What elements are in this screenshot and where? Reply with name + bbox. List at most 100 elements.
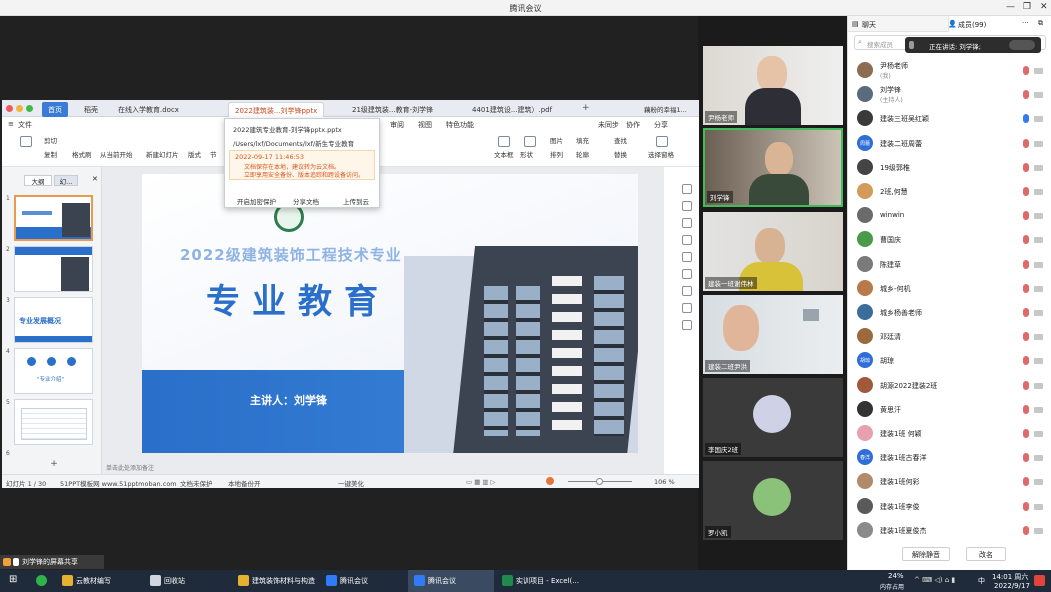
screen-share-bar[interactable]: 刘学锋的屏幕共享 — [0, 555, 104, 569]
mic-muted-icon[interactable] — [1023, 429, 1029, 438]
mic-muted-icon[interactable] — [1023, 356, 1029, 366]
clock-time[interactable]: 14:01 周六 — [992, 572, 1028, 582]
camera-icon[interactable] — [1034, 164, 1043, 171]
play-from-current-button[interactable]: 从当前开始 — [100, 149, 133, 159]
mic-muted-icon[interactable] — [1023, 477, 1029, 487]
tab-pdf[interactable]: 4401建筑设...建筑）.pdf — [466, 102, 558, 117]
camera-icon[interactable] — [1034, 455, 1043, 462]
member-row[interactable]: 尹杨老师 (我) — [848, 58, 1051, 82]
camera-icon[interactable] — [1034, 237, 1043, 244]
meeting-icon[interactable] — [414, 575, 425, 586]
camera-icon[interactable] — [1034, 406, 1043, 413]
doc-protect-status[interactable]: 文档未保护 — [180, 478, 213, 488]
shape-icon[interactable] — [524, 136, 536, 147]
notes-placeholder[interactable]: 单击此处添加备注 — [106, 463, 154, 472]
member-row[interactable]: 建装1班李俊 — [848, 494, 1051, 518]
rename-button[interactable]: 改名 — [966, 547, 1006, 561]
menu-special[interactable]: 特色功能 — [446, 120, 474, 130]
camera-icon[interactable] — [1034, 213, 1043, 220]
tab-outline[interactable]: 大纲 — [24, 175, 52, 186]
member-row[interactable]: winwin — [848, 203, 1051, 227]
excel-icon[interactable] — [502, 575, 513, 586]
outline-button[interactable]: 轮廓 — [576, 149, 589, 159]
new-slide-button[interactable]: 新建幻灯片 — [146, 149, 179, 159]
backup-status[interactable]: 本地备份开 — [228, 478, 261, 488]
copy-button[interactable]: 复制 — [44, 149, 57, 159]
mic-muted-icon[interactable] — [1023, 283, 1029, 293]
mic-muted-icon[interactable] — [1023, 308, 1029, 317]
current-slide[interactable]: 2022级建筑装饰工程技术专业 专业教育 主讲人：刘学锋 — [142, 174, 638, 453]
slide-thumbnail-1[interactable] — [14, 195, 93, 241]
member-row[interactable]: 城乡杨善老师 — [848, 300, 1051, 324]
replace-button[interactable]: 替换 — [614, 149, 627, 159]
zoom-level[interactable]: 106 % — [654, 478, 675, 486]
mic-muted-icon[interactable] — [1023, 138, 1029, 148]
add-slide-icon[interactable]: + — [36, 459, 72, 471]
taskbar-item[interactable]: 腾讯会议 — [340, 576, 368, 586]
tab-slides[interactable]: 幻... — [54, 175, 78, 186]
fill-button[interactable]: 填充 — [576, 135, 589, 145]
member-row[interactable]: 城乡-何机 — [848, 276, 1051, 300]
mic-muted-icon[interactable] — [1023, 259, 1029, 269]
camera-icon[interactable] — [1034, 261, 1043, 268]
member-row[interactable]: 邓廷清 — [848, 324, 1051, 348]
video-tile-4[interactable]: 建装二班尹洪 — [703, 295, 843, 374]
restore-icon[interactable]: ❐ — [1023, 2, 1031, 12]
tool-icon[interactable] — [682, 320, 692, 330]
tab-docx[interactable]: 在线入学教育.docx — [112, 102, 185, 117]
member-row[interactable]: 胡源2022建装2班 — [848, 373, 1051, 397]
camera-icon[interactable] — [1034, 285, 1043, 292]
format-painter-button[interactable]: 格式刷 — [72, 149, 92, 159]
camera-icon[interactable] — [1034, 382, 1043, 389]
member-row[interactable]: 黄思汗 — [848, 397, 1051, 421]
folder-icon[interactable] — [62, 575, 73, 586]
member-row[interactable]: 胡琼 胡琼 — [848, 348, 1051, 372]
tab-chat[interactable]: 聊天 — [862, 20, 876, 30]
maximize-dot-icon[interactable] — [26, 105, 33, 112]
slide-thumbnail-2[interactable] — [14, 246, 93, 292]
tab-members[interactable]: 成员(99) — [958, 20, 986, 30]
slide-thumbnail-3[interactable]: 专业发展概况 — [14, 297, 93, 343]
menu-file[interactable]: 文件 — [18, 120, 32, 130]
tab-pptx-2[interactable]: 21级建筑装...教育-刘学锋 — [346, 102, 439, 117]
video-tile-6[interactable]: 罗小凯 — [703, 461, 843, 540]
mic-muted-icon[interactable] — [1023, 332, 1029, 342]
textbox-button[interactable]: 文本框 — [494, 149, 514, 159]
mic-muted-icon[interactable] — [1023, 211, 1029, 221]
slide-thumbnail-4[interactable]: "专业介绍" — [14, 348, 93, 394]
tool-icon[interactable] — [682, 269, 692, 279]
tool-icon[interactable] — [682, 201, 692, 211]
textbox-icon[interactable] — [498, 136, 510, 147]
ime-indicator[interactable]: 中 — [978, 576, 985, 586]
slide-thumbnail-5[interactable] — [14, 399, 93, 445]
member-row[interactable]: 建装1班夏俊杰 — [848, 518, 1051, 542]
mic-muted-icon[interactable] — [1023, 404, 1029, 414]
minimize-dot-icon[interactable] — [16, 105, 23, 112]
camera-icon[interactable] — [1034, 358, 1043, 365]
more-icon[interactable]: ··· — [1022, 19, 1029, 27]
member-row[interactable]: 春洋 建装1班古春洋 — [848, 445, 1051, 469]
play-icon[interactable] — [546, 477, 554, 485]
tab-home[interactable]: 首页 — [42, 102, 68, 117]
member-row[interactable]: 建装1班何彩 — [848, 469, 1051, 493]
camera-icon[interactable] — [1034, 68, 1043, 74]
mic-muted-icon[interactable] — [1023, 380, 1029, 390]
unmute-all-button[interactable]: 解除静音 — [902, 547, 950, 561]
paste-icon[interactable] — [20, 136, 32, 147]
camera-icon[interactable] — [1034, 527, 1043, 534]
tool-icon[interactable] — [682, 235, 692, 245]
mic-muted-icon[interactable] — [1023, 501, 1029, 511]
recycle-bin-icon[interactable] — [150, 575, 161, 586]
tool-icon[interactable] — [682, 303, 692, 313]
tool-icon[interactable] — [682, 252, 692, 262]
sync-status[interactable]: 未同步 — [598, 120, 619, 130]
camera-icon[interactable] — [1034, 334, 1043, 341]
taskbar-item-active[interactable]: 腾讯会议 — [428, 576, 456, 586]
share-doc-button[interactable]: 分享文档 — [293, 196, 319, 206]
close-dot-icon[interactable] — [6, 105, 13, 112]
cut-button[interactable]: 剪切 — [44, 135, 57, 145]
view-mode-icons[interactable]: ▭ ▦ ▥ ▷ — [466, 478, 496, 486]
account-name[interactable]: 藕粉的幸福1... — [644, 104, 687, 114]
find-button[interactable]: 查找 — [614, 135, 627, 145]
member-row[interactable]: 2班,何慧 — [848, 179, 1051, 203]
